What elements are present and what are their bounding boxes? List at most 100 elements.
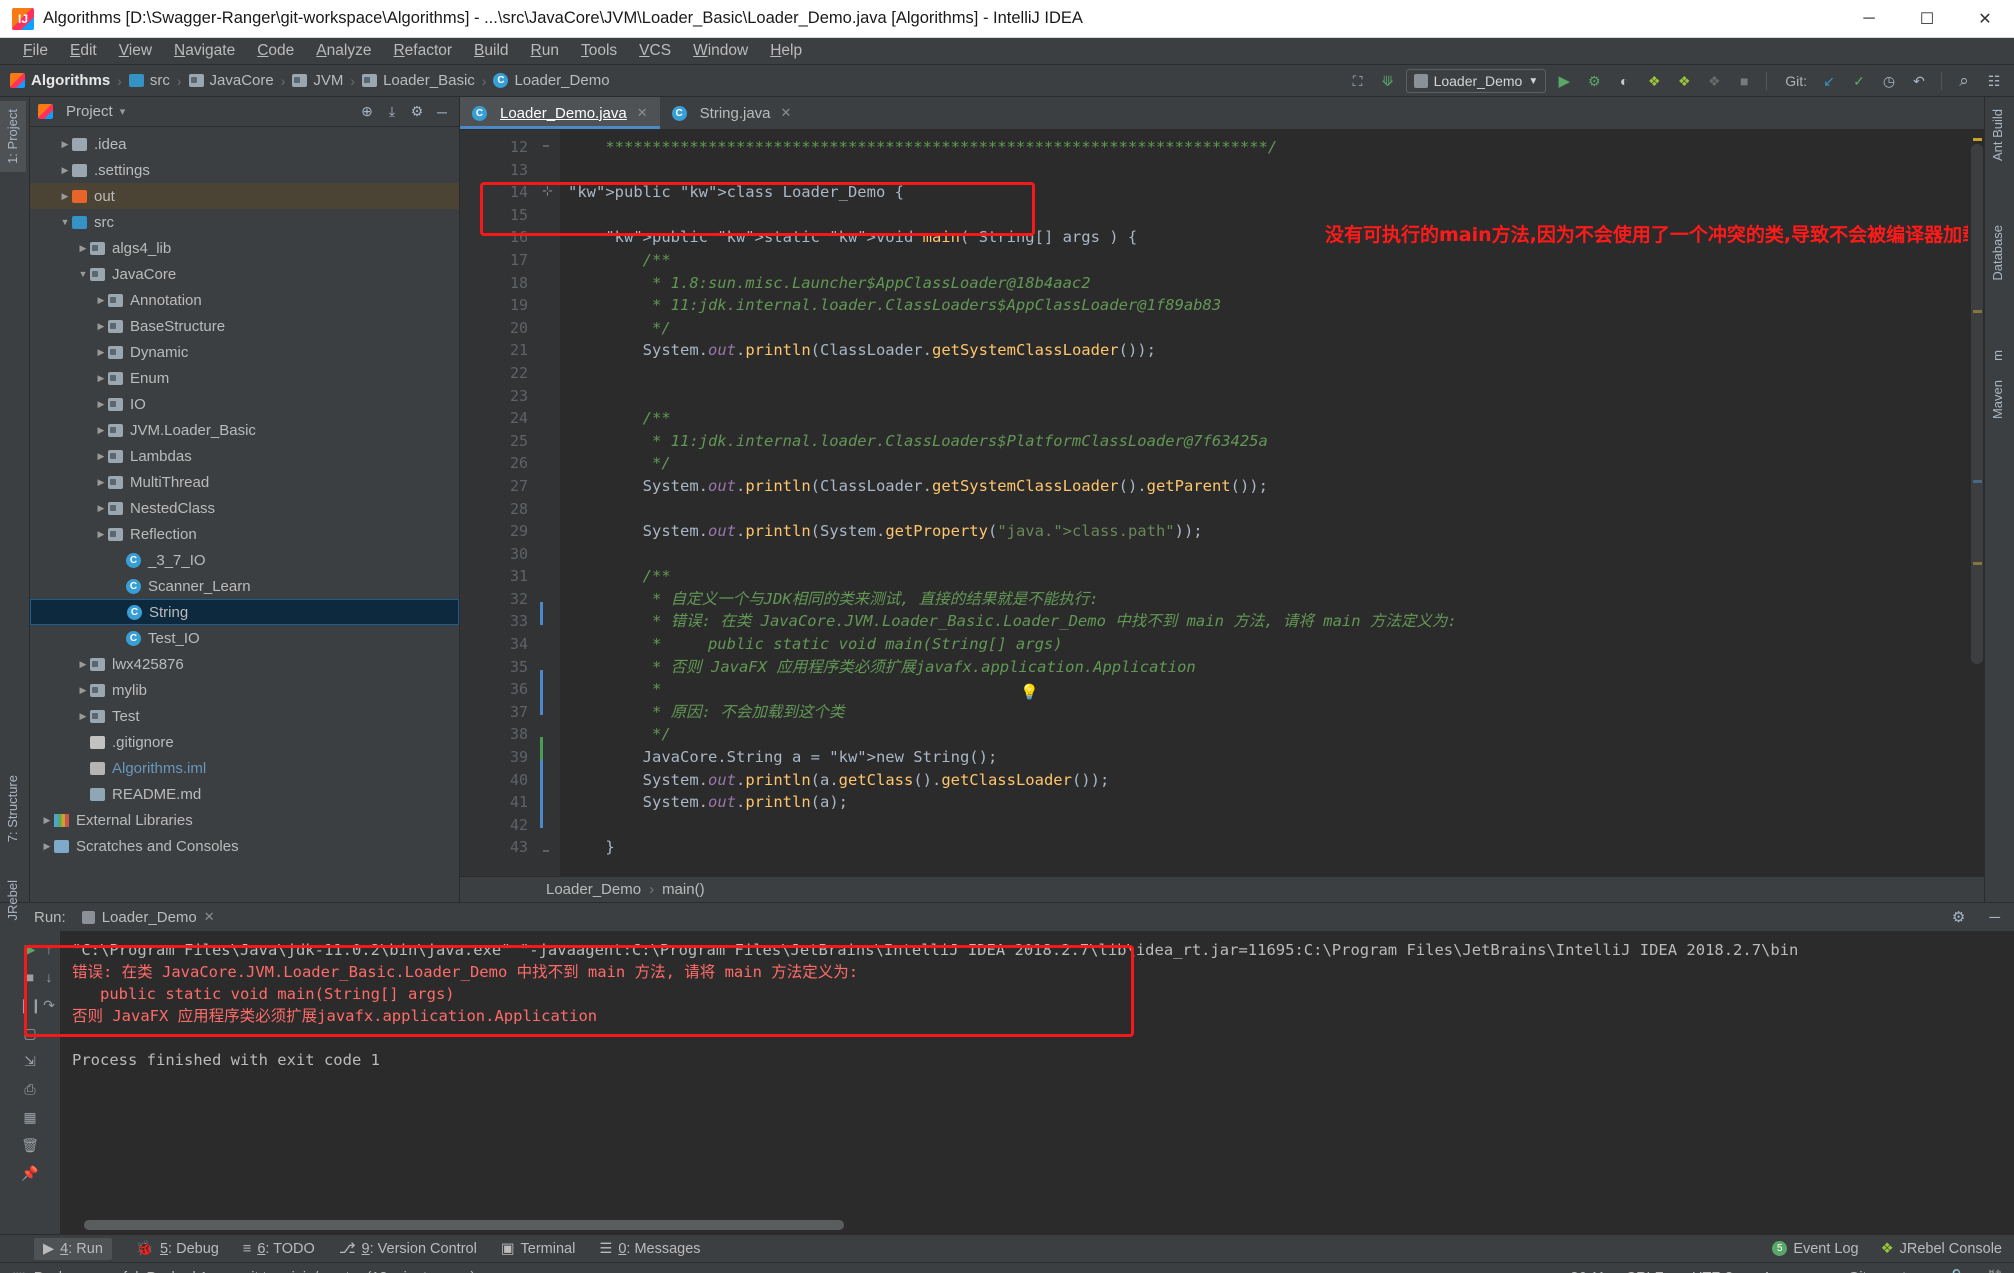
menu-item-navigate[interactable]: Navigate xyxy=(163,40,246,62)
code-line[interactable]: System.out.println(a); xyxy=(560,791,1984,814)
tool-window-button-9--version-control[interactable]: ⎇ 9: Version Control xyxy=(339,1241,477,1257)
tree-item-readme-md[interactable]: README.md xyxy=(30,781,459,807)
tree-expand-arrow[interactable]: ▶ xyxy=(76,659,90,670)
editor-tab-string-java[interactable]: C String.java ✕ xyxy=(660,97,804,129)
gear-icon[interactable]: ⚙ xyxy=(408,103,426,120)
inspection-icon[interactable]: ⛓ xyxy=(1986,1269,2004,1273)
tree-item-io[interactable]: ▶ IO xyxy=(30,391,459,417)
git-update-icon[interactable]: ↙ xyxy=(1817,69,1841,93)
encoding-selector[interactable]: UTF-8 ↕ xyxy=(1692,1270,1742,1273)
fold-marker-method-icon[interactable]: ⊹ xyxy=(542,183,553,199)
breadcrumb-item-jvm[interactable]: JVM xyxy=(292,72,343,89)
code-line[interactable]: */ xyxy=(560,317,1984,340)
jrebel-debug-button[interactable]: ❖ xyxy=(1672,69,1696,93)
code-line[interactable]: * 否则 JavaFX 应用程序类必须扩展javafx.application.… xyxy=(560,656,1984,679)
editor-scrollbar-thumb[interactable] xyxy=(1971,144,1983,664)
breadcrumb-item-javacore[interactable]: JavaCore xyxy=(188,72,274,89)
maximize-button[interactable]: ☐ xyxy=(1898,0,1956,38)
line-separator-selector[interactable]: CRLF ↕ xyxy=(1626,1270,1672,1273)
tree-expand-arrow[interactable]: ▶ xyxy=(40,815,54,826)
layout-button[interactable]: ▦ xyxy=(17,1105,43,1129)
tree-expand-arrow[interactable]: ▶ xyxy=(76,711,90,722)
console-output[interactable]: "C:\Program Files\Java\jdk-11.0.2\bin\ja… xyxy=(60,931,2014,1234)
code-line[interactable]: */ xyxy=(560,723,1984,746)
tool-window-button-terminal[interactable]: ▣ Terminal xyxy=(501,1241,576,1257)
caret-position[interactable]: 36:11 xyxy=(1570,1270,1605,1273)
code-line[interactable]: * public static void main(String[] args) xyxy=(560,633,1984,656)
scroll-down-button[interactable]: ↓ xyxy=(36,965,62,989)
sidebar-tab-m[interactable]: m xyxy=(1984,342,2011,369)
sidebar-tab-structure[interactable]: 7: Structure xyxy=(0,767,26,850)
tree-item--settings[interactable]: ▶ .settings xyxy=(30,157,459,183)
debug-button[interactable]: ⚙ xyxy=(1582,69,1606,93)
tree-item-lwx425876[interactable]: ▶ lwx425876 xyxy=(30,651,459,677)
close-icon[interactable]: ✕ xyxy=(204,909,215,925)
tree-expand-arrow[interactable]: ▶ xyxy=(58,165,72,176)
tree-expand-arrow[interactable]: ▶ xyxy=(94,347,108,358)
tree-expand-arrow[interactable]: ▶ xyxy=(58,139,72,150)
code-line[interactable]: * 11:jdk.internal.loader.ClassLoaders$Pl… xyxy=(560,430,1984,453)
menu-item-build[interactable]: Build xyxy=(463,40,519,62)
tree-item-mylib[interactable]: ▶ mylib xyxy=(30,677,459,703)
tree-expand-arrow[interactable]: ▶ xyxy=(58,191,72,202)
tree-item-basestructure[interactable]: ▶ BaseStructure xyxy=(30,313,459,339)
menu-item-code[interactable]: Code xyxy=(246,40,305,62)
close-icon[interactable]: ✕ xyxy=(637,105,648,121)
search-icon[interactable]: ⌕ xyxy=(1952,69,1976,93)
tree-item-test-io[interactable]: C Test_IO xyxy=(30,625,459,651)
tool-window-button-0--messages[interactable]: ☰ 0: Messages xyxy=(599,1241,700,1257)
console-scrollbar-thumb[interactable] xyxy=(84,1220,844,1230)
soft-wrap-button[interactable]: ↷ xyxy=(36,993,62,1017)
editor-tab-loader_demo-java[interactable]: C Loader_Demo.java ✕ xyxy=(460,97,660,129)
tree-item-reflection[interactable]: ▶ Reflection xyxy=(30,521,459,547)
code-line[interactable]: System.out.println(ClassLoader.getSystem… xyxy=(560,339,1984,362)
sidebar-tab-project[interactable]: 1: Project xyxy=(0,101,26,172)
tree-expand-arrow[interactable]: ▶ xyxy=(94,477,108,488)
git-commit-icon[interactable]: ✓ xyxy=(1847,69,1871,93)
tree-expand-arrow[interactable]: ▶ xyxy=(94,451,108,462)
tree-expand-arrow[interactable]: ▶ xyxy=(76,685,90,696)
breadcrumb-class[interactable]: Loader_Demo xyxy=(546,881,641,898)
warning-marker[interactable] xyxy=(1973,138,1982,141)
tree-item--3-7-io[interactable]: C _3_7_IO xyxy=(30,547,459,573)
code-line[interactable]: * 自定义一个与JDK相同的类来测试, 直接的结果就是不能执行: xyxy=(560,588,1984,611)
code-line[interactable]: * 1.8:sun.misc.Launcher$AppClassLoader@1… xyxy=(560,272,1984,295)
locate-file-icon[interactable]: ⊕ xyxy=(358,103,376,120)
menu-item-view[interactable]: View xyxy=(108,40,163,62)
code-line[interactable]: /** xyxy=(560,249,1984,272)
tree-item-jvm-loader-basic[interactable]: ▶ JVM.Loader_Basic xyxy=(30,417,459,443)
tool-window-button-4--run[interactable]: ▶ 4: Run xyxy=(34,1237,112,1260)
fold-marker-bottom-icon[interactable]: ⎯ xyxy=(543,843,549,858)
tree-expand-arrow[interactable]: ▶ xyxy=(94,425,108,436)
code-line[interactable]: /** xyxy=(560,407,1984,430)
sidebar-tab-ant-build[interactable]: Ant Build xyxy=(1984,101,2011,169)
code-line[interactable] xyxy=(560,498,1984,521)
code-line[interactable]: System.out.println(ClassLoader.getSystem… xyxy=(560,475,1984,498)
code-line[interactable]: System.out.println(System.getProperty("j… xyxy=(560,520,1984,543)
code-line[interactable]: } xyxy=(560,836,1984,859)
tree-item--idea[interactable]: ▶ .idea xyxy=(30,131,459,157)
run-tab-loader-demo[interactable]: Loader_Demo ✕ xyxy=(76,907,221,928)
pin-button[interactable]: 📌 xyxy=(17,1161,43,1185)
close-button[interactable]: ✕ xyxy=(1956,0,2014,38)
fold-marker-top-icon[interactable]: ⎯ xyxy=(543,138,549,153)
tree-item-lambdas[interactable]: ▶ Lambdas xyxy=(30,443,459,469)
code-line[interactable]: System.out.println(a.getClass().getClass… xyxy=(560,769,1984,792)
tree-expand-arrow[interactable]: ▶ xyxy=(94,373,108,384)
code-line[interactable] xyxy=(560,362,1984,385)
breadcrumb-item-loader_basic[interactable]: Loader_Basic xyxy=(362,72,475,89)
chevron-down-icon[interactable]: ▾ xyxy=(120,105,126,118)
git-rollback-icon[interactable]: ↶ xyxy=(1907,69,1931,93)
tree-item-string[interactable]: C String xyxy=(30,599,459,625)
code-line[interactable]: * xyxy=(560,678,1984,701)
menu-item-run[interactable]: Run xyxy=(520,40,570,62)
tree-expand-arrow[interactable]: ▼ xyxy=(76,269,90,279)
menu-item-tools[interactable]: Tools xyxy=(570,40,628,62)
code-editor[interactable]: 12 13 14 15 16 17 18 19 20 21 22 23 24 25 26 27 28 29 30 31… xyxy=(460,130,1984,876)
tree-item-multithread[interactable]: ▶ MultiThread xyxy=(30,469,459,495)
tree-item-out[interactable]: ▶ out xyxy=(30,183,459,209)
tool-window-button-6--todo[interactable]: ≡ 6: TODO xyxy=(243,1241,315,1257)
event-log-button[interactable]: 5 Event Log xyxy=(1772,1241,1859,1257)
trash-button[interactable]: 🗑 xyxy=(17,1133,43,1157)
build-hammer-icon[interactable]: ⟱ xyxy=(1376,69,1400,93)
